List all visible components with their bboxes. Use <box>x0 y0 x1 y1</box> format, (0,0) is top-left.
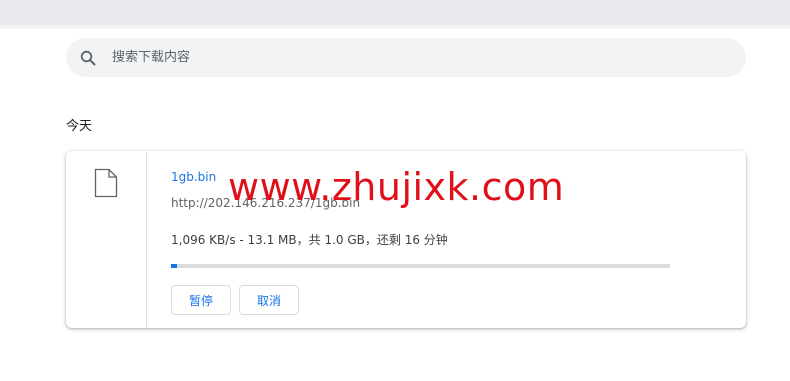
watermark-text: www.zhujixk.com <box>228 165 565 209</box>
download-progress-fill <box>171 264 177 268</box>
pause-button[interactable]: 暂停 <box>171 285 231 315</box>
file-icon <box>94 168 118 198</box>
search-input[interactable] <box>112 38 712 77</box>
download-progress-bar <box>171 264 670 268</box>
cancel-button[interactable]: 取消 <box>239 285 299 315</box>
toolbar-divider <box>0 25 790 29</box>
file-icon-column <box>66 151 147 328</box>
file-name-link[interactable]: 1gb.bin <box>171 170 216 184</box>
top-toolbar-strip <box>0 0 790 25</box>
search-icon <box>80 50 96 66</box>
download-progress-status: 1,096 KB/s - 13.1 MB，共 1.0 GB，还剩 16 分钟 <box>171 233 448 247</box>
search-bar[interactable] <box>66 38 746 77</box>
section-title-today: 今天 <box>66 119 93 134</box>
